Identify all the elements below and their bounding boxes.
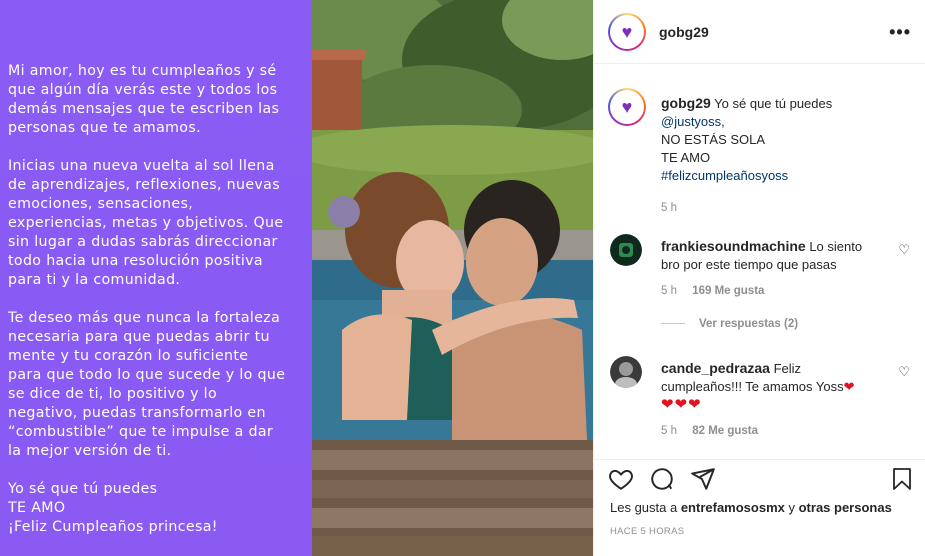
caption-avatar[interactable]: ♥ <box>608 88 646 126</box>
post-timestamp[interactable]: HACE 5 HORAS <box>610 526 684 537</box>
caption-text: gobg29 Yo sé que tú puedes @justyoss, NO… <box>661 94 911 217</box>
header-avatar[interactable]: ♥ <box>608 13 646 51</box>
likes-prefix: Les gusta a <box>610 500 681 515</box>
comment-meta: 5 h 82 Me gusta <box>661 425 770 437</box>
avatar[interactable] <box>610 356 642 388</box>
replies-divider <box>661 323 685 325</box>
mention-link[interactable]: @justyoss <box>661 114 721 129</box>
message-paragraph-1: Mi amor, hoy es tu cumpleaños y sé que a… <box>8 63 280 136</box>
purple-heart-icon: ♥ <box>621 22 633 42</box>
comment-icon[interactable] <box>649 466 675 497</box>
likes-summary: Les gusta a entrefamososmx y otras perso… <box>610 500 892 515</box>
post-sidebar: ♥ gobg29 ••• ♥ gobg29 Yo sé que tú puede… <box>593 0 925 556</box>
post-text-panel: Mi amor, hoy es tu cumpleaños y sé que a… <box>0 0 312 556</box>
header-username[interactable]: gobg29 <box>659 24 709 40</box>
message-paragraph-2: Inicias una nueva vuelta al sol llena de… <box>8 158 284 288</box>
heart-emoji-icon: ❤ <box>843 379 855 394</box>
comment-meta: 5 h 169 Me gusta <box>661 285 776 297</box>
more-options-icon[interactable]: ••• <box>889 22 911 43</box>
comments-section: ♥ gobg29 Yo sé que tú puedes @justyoss, … <box>594 64 925 459</box>
message-paragraph-4: Yo sé que tú puedes TE AMO ¡Feliz Cumple… <box>8 481 218 535</box>
purple-heart-icon: ♥ <box>621 97 633 117</box>
heart-outline-icon[interactable] <box>608 466 634 497</box>
likes-and: y <box>784 500 799 515</box>
replies-label: Ver respuestas (2) <box>699 318 799 330</box>
hashtag-link[interactable]: #felizcumpleañosyoss <box>661 168 788 183</box>
comment-username[interactable]: cande_pedrazaa <box>661 360 770 376</box>
comment-time[interactable]: 5 h <box>661 285 677 297</box>
send-icon[interactable] <box>690 466 716 497</box>
caption-line-1: Yo sé que tú puedes <box>714 96 833 111</box>
caption-username[interactable]: gobg29 <box>661 95 711 111</box>
comment-body: frankiesoundmachine Lo siento bro por es… <box>661 237 881 274</box>
likes-user-link[interactable]: entrefamososmx <box>681 500 785 515</box>
message-paragraph-3: Te deseo más que nunca la fortaleza nece… <box>8 310 286 459</box>
comment-username[interactable]: frankiesoundmachine <box>661 238 806 254</box>
post-header: ♥ gobg29 ••• <box>594 0 925 64</box>
comment-like-icon[interactable]: ♡ <box>898 242 910 258</box>
caption-line-3: NO ESTÁS SOLA <box>661 132 766 147</box>
mention-suffix: , <box>721 114 725 129</box>
comment-like-icon[interactable]: ♡ <box>898 364 910 380</box>
cande-avatar-icon <box>610 356 642 388</box>
couple-photo-illustration <box>312 0 593 556</box>
comment-likes[interactable]: 82 Me gusta <box>692 425 758 437</box>
avatar[interactable] <box>610 234 642 266</box>
caption-line-4: TE AMO <box>661 150 711 165</box>
post-actions: Les gusta a entrefamososmx y otras perso… <box>594 459 925 556</box>
comment-body: cande_pedrazaa Feliz cumpleaños!!! Te am… <box>661 359 861 414</box>
likes-others-link[interactable]: otras personas <box>799 500 892 515</box>
post-photo[interactable] <box>312 0 593 556</box>
hearts-emoji-icon: ❤❤❤ <box>661 396 702 413</box>
comment-time[interactable]: 5 h <box>661 425 677 437</box>
comment-likes[interactable]: 169 Me gusta <box>692 285 764 297</box>
caption-time[interactable]: 5 h <box>661 199 911 217</box>
frankie-avatar-icon <box>610 234 642 266</box>
bookmark-icon[interactable] <box>890 466 914 497</box>
view-replies-button[interactable]: Ver respuestas (2) <box>661 318 798 330</box>
